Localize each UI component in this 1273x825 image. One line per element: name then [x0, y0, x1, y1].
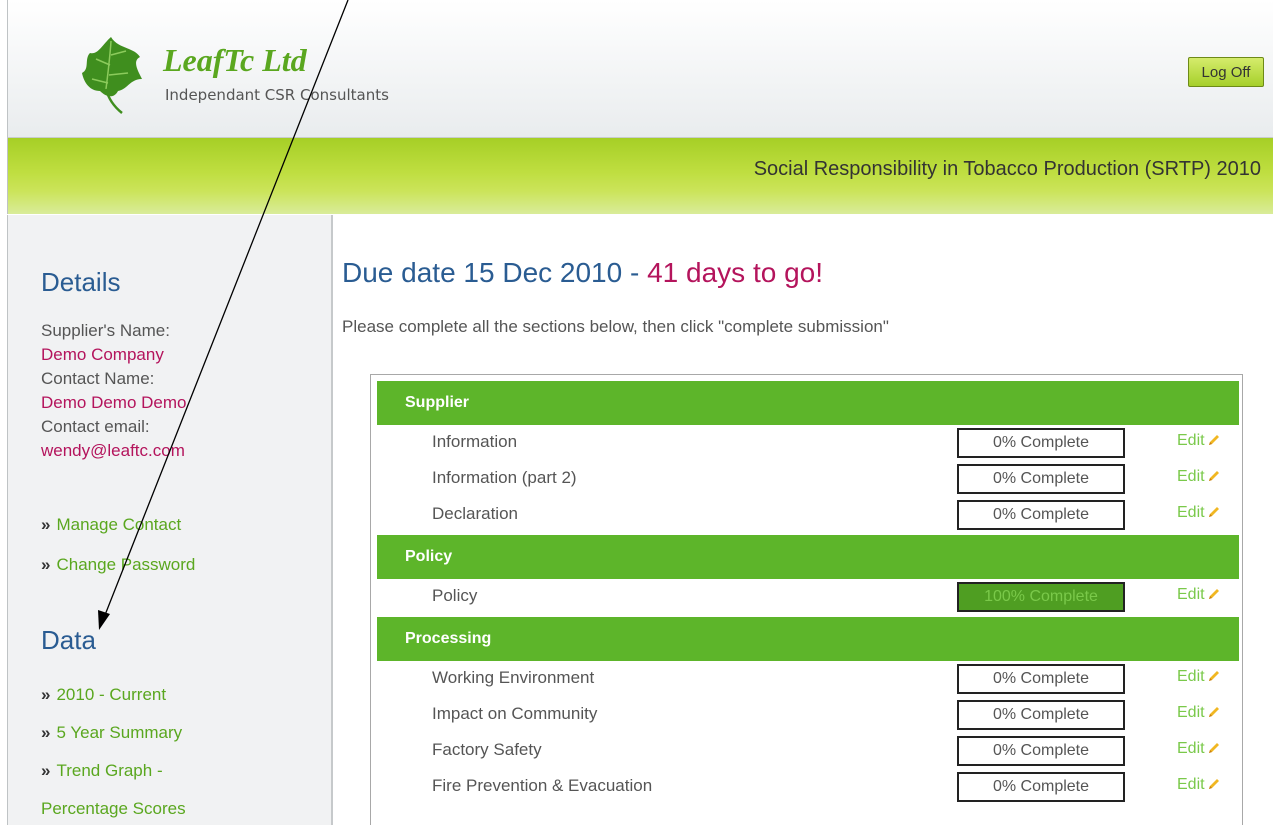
section-row: Policy 100% Complete Edit [377, 579, 1239, 615]
edit-link[interactable]: Edit [1177, 740, 1220, 758]
details-heading: Details [41, 267, 121, 297]
edit-label: Edit [1177, 468, 1205, 485]
pencil-icon [1208, 589, 1219, 599]
page: LeafTc Ltd Independant CSR Consultants L… [0, 0, 1273, 825]
brand-tagline: Independant CSR Consultants [165, 86, 389, 104]
section-row: Information 0% Complete Edit [377, 425, 1239, 461]
bullet-icon: » [41, 723, 51, 742]
edit-link[interactable]: Edit [1177, 668, 1220, 686]
section-item-name: Information [432, 432, 518, 451]
contact-name-value: Demo Demo Demo [41, 393, 187, 412]
edit-link[interactable]: Edit [1177, 504, 1220, 522]
section-item-name: Policy [432, 586, 478, 605]
pencil-icon [1208, 471, 1219, 481]
edit-label: Edit [1177, 776, 1205, 793]
data-link-trend-graph[interactable]: » Trend Graph - [41, 761, 163, 781]
data-link-trend-graph-continued[interactable]: Percentage Scores [41, 799, 186, 819]
section-header: Processing [377, 617, 1239, 661]
section-item-name: Fire Prevention & Evacuation [432, 776, 653, 795]
section-row: Information (part 2) 0% Complete Edit [377, 461, 1239, 497]
change-password-label: Change Password [56, 555, 196, 574]
edit-link[interactable]: Edit [1177, 468, 1220, 486]
bullet-icon: » [41, 761, 51, 780]
change-password-link[interactable]: » Change Password [41, 555, 195, 575]
supplier-name-label: Supplier's Name: [41, 321, 170, 340]
manage-contact-link[interactable]: » Manage Contact [41, 515, 181, 535]
brand-name: LeafTc Ltd [163, 42, 307, 78]
days-to-go-text: 41 days to go! [647, 257, 823, 288]
edit-label: Edit [1177, 704, 1205, 721]
data-link-label: 5 Year Summary [56, 723, 183, 742]
section-item-name: Impact on Community [432, 704, 598, 723]
leaf-logo-icon [82, 37, 142, 114]
section-header: Policy [377, 535, 1239, 579]
section-item-name: Factory Safety [432, 740, 542, 759]
data-link-5-year-summary[interactable]: » 5 Year Summary [41, 723, 182, 743]
section-item-name: Declaration [432, 504, 518, 523]
pencil-icon [1208, 507, 1219, 517]
contact-name-label: Contact Name: [41, 369, 155, 388]
data-link-label: 2010 - Current [56, 685, 167, 704]
edit-link[interactable]: Edit [1177, 586, 1220, 604]
edit-link[interactable]: Edit [1177, 776, 1220, 794]
edit-label: Edit [1177, 740, 1205, 757]
pencil-icon [1208, 707, 1219, 717]
completion-status: 0% Complete [957, 500, 1125, 530]
due-date-heading: Due date 15 Dec 2010 - 41 days to go! [342, 257, 823, 289]
edit-label: Edit [1177, 668, 1205, 685]
logoff-button[interactable]: Log Off [1188, 57, 1264, 87]
section-item-name: Working Environment [432, 668, 595, 687]
supplier-name-value: Demo Company [41, 345, 164, 364]
edit-label: Edit [1177, 504, 1205, 521]
section-header: Supplier [377, 381, 1239, 425]
data-link-2010-current[interactable]: » 2010 - Current [41, 685, 166, 705]
completion-status: 0% Complete [957, 700, 1125, 730]
instructions-text: Please complete all the sections below, … [342, 317, 889, 336]
due-date-text: Due date 15 Dec 2010 - [342, 257, 648, 288]
section-row: Declaration 0% Complete Edit [377, 497, 1239, 533]
edit-label: Edit [1177, 432, 1205, 449]
section-row: Fire Prevention & Evacuation 0% Complete E… [377, 769, 1239, 805]
section-row: Factory Safety 0% Complete Edit [377, 733, 1239, 769]
banner-title: Social Responsibility in Tobacco Product… [753, 158, 1261, 180]
sidebar: Details Supplier's Name: Demo Company Co… [7, 215, 333, 825]
header: LeafTc Ltd Independant CSR Consultants L… [7, 0, 1273, 138]
sections-table: Supplier Information 0% Complete Edit Inform… [370, 374, 1243, 825]
completion-status: 0% Complete [957, 428, 1125, 458]
contact-email-label: Contact email: [41, 417, 150, 436]
completion-status: 100% Complete [957, 582, 1125, 612]
pencil-icon [1208, 779, 1219, 789]
edit-link[interactable]: Edit [1177, 704, 1220, 722]
pencil-icon [1208, 671, 1219, 681]
pencil-icon [1208, 743, 1219, 753]
bullet-icon: » [41, 515, 51, 534]
section-row: Impact on Community 0% Complete Edit [377, 697, 1239, 733]
pencil-icon [1208, 435, 1219, 445]
banner: Social Responsibility in Tobacco Product… [7, 138, 1273, 214]
manage-contact-label: Manage Contact [56, 515, 182, 534]
completion-status: 0% Complete [957, 464, 1125, 494]
edit-link[interactable]: Edit [1177, 432, 1220, 450]
completion-status: 0% Complete [957, 664, 1125, 694]
section-item-name: Information (part 2) [432, 468, 577, 487]
contact-email-value: wendy@leaftc.com [41, 441, 185, 460]
bullet-icon: » [41, 685, 51, 704]
edit-label: Edit [1177, 586, 1205, 603]
data-link-label: Trend Graph - [56, 761, 163, 780]
completion-status: 0% Complete [957, 772, 1125, 802]
completion-status: 0% Complete [957, 736, 1125, 766]
bullet-icon: » [41, 555, 51, 574]
data-heading: Data [41, 625, 96, 655]
section-row: Working Environment 0% Complete Edit [377, 661, 1239, 697]
